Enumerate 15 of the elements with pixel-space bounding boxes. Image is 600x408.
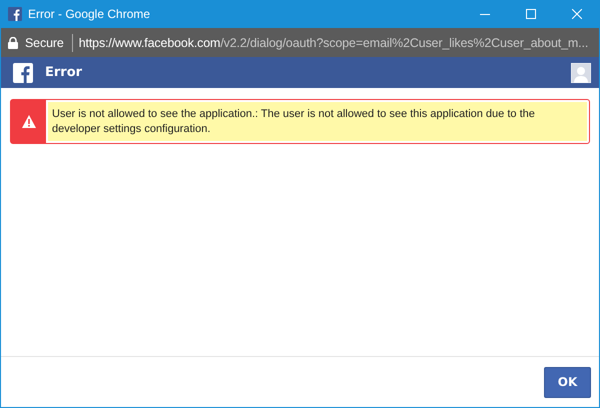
address-bar[interactable]: Secure https://www.facebook.com/v2.2/dialog/oauth?scope=email%2Cuser_likes%2Cuser_about_m...: [1, 28, 599, 57]
url-path: /v2.2/dialog/oauth?scope=email%2Cuser_likes%2Cuser_about_m...: [220, 36, 588, 50]
ok-button[interactable]: OK: [544, 366, 591, 398]
url-host: https://www.facebook.com: [78, 36, 220, 50]
dialog-title: Error: [45, 65, 84, 80]
facebook-logo: [13, 62, 33, 82]
lock-icon: [8, 36, 18, 48]
security-label: Secure: [25, 36, 64, 50]
close-icon: [572, 9, 582, 19]
warning-icon: [22, 115, 36, 128]
avatar-icon: [571, 62, 591, 82]
facebook-icon: [8, 7, 22, 21]
error-message: User is not allowed to see the application.: The user is not allowed to see this application due to the developer settings configuration.: [48, 102, 587, 141]
window-title: Error - Google Chrome: [28, 7, 152, 21]
maximize-icon: [526, 9, 536, 19]
